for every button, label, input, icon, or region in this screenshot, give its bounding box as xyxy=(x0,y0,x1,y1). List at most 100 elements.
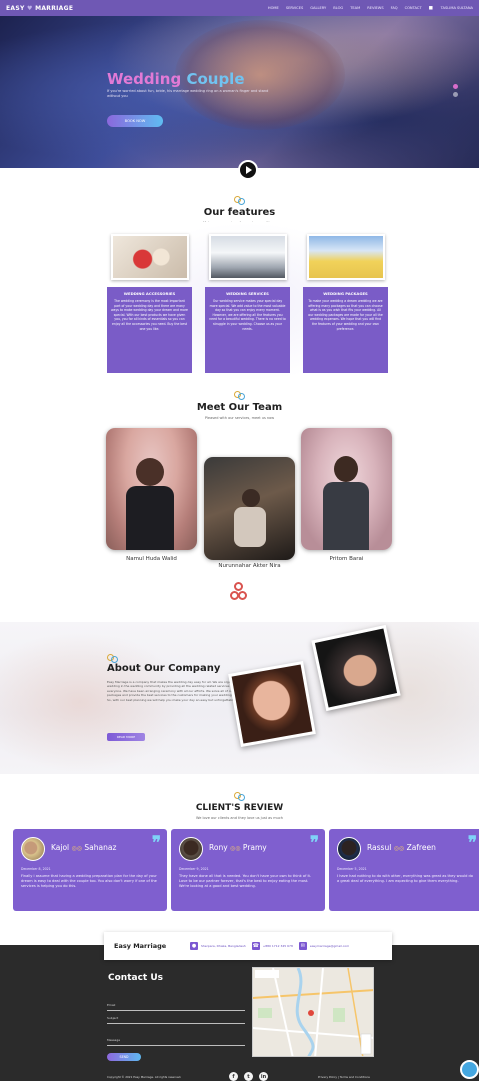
social-links: f t in xyxy=(229,1072,268,1081)
rings-icon xyxy=(234,391,246,401)
accessories-image xyxy=(110,234,189,280)
reviews-title: CLIENT'S REVIEW xyxy=(195,803,284,813)
email-field[interactable]: Email xyxy=(107,1003,115,1007)
review-card: Kajol ◎◎ Sahanaz ❞ December 8, 2021 Fina… xyxy=(13,829,167,911)
review-names: Kajol ◎◎ Sahanaz xyxy=(51,843,117,852)
nav-link-home[interactable]: HOME xyxy=(268,6,279,10)
review-card: Rony ◎◎ Pramy ❞ December 9, 2021 They ha… xyxy=(171,829,325,911)
feature-text: To make your wedding a dream wedding we … xyxy=(308,299,383,331)
feature-card: WEDDING SERVICES Our wedding service mak… xyxy=(205,234,290,373)
rings-icon xyxy=(230,582,248,602)
quote-icon: ❞ xyxy=(309,833,319,853)
contact-title: Contact Us xyxy=(108,973,164,983)
feature-box: WEDDING PACKAGES To make your wedding a … xyxy=(303,287,388,373)
review-names: Rony ◎◎ Pramy xyxy=(209,843,267,852)
about-photo-woman xyxy=(228,660,316,748)
quote-icon: ❞ xyxy=(467,833,477,853)
book-now-button[interactable]: BOOK NOW xyxy=(107,115,163,127)
review-date: December 5, 2021 xyxy=(337,867,367,871)
nav-links: HOME SERVICES GALLERY BLOG TEAM REVIEWS … xyxy=(268,6,473,11)
linkedin-icon[interactable]: in xyxy=(259,1072,268,1081)
user-icon[interactable]: ■ xyxy=(429,6,434,11)
address-item: ● Sherpara, Dhaka, Bangladesh xyxy=(190,942,246,950)
nav-link-services[interactable]: SERVICES xyxy=(286,6,303,10)
about-title: About Our Company xyxy=(107,663,221,674)
page: Wedding Couple If you're worried about f… xyxy=(0,0,479,1081)
nav-link-gallery[interactable]: GALLERY xyxy=(310,6,326,10)
phone-icon: ☎ xyxy=(251,942,260,950)
email-item: ✉ easymarriage@gmail.com xyxy=(298,942,349,950)
team-member-name: Namul Huda Walid xyxy=(126,556,177,562)
rings-icon xyxy=(234,196,246,206)
contact-info-bar: Easy Marriage ● Sherpara, Dhaka, Banglad… xyxy=(104,932,392,960)
team-subtitle: Pleased with our services, meet us now xyxy=(204,416,275,420)
feature-text: Our wedding service makes your special d… xyxy=(209,299,286,331)
quote-icon: ❞ xyxy=(151,833,161,853)
top-navbar: EASY ♥ MARRIAGE HOME SERVICES GALLERY BL… xyxy=(0,0,479,16)
slider-dots xyxy=(453,84,458,97)
feature-card: WEDDING PACKAGES To make your wedding a … xyxy=(303,234,388,373)
email-field-underline xyxy=(107,1010,245,1011)
review-text: Finally i assume that having a wedding p… xyxy=(21,874,157,889)
footer xyxy=(0,945,479,1081)
send-button[interactable]: SEND xyxy=(107,1053,141,1061)
review-date: December 8, 2021 xyxy=(21,867,51,871)
message-field[interactable]: Message xyxy=(107,1038,120,1042)
phone-item: ☎ +880 1712 345 678 xyxy=(251,942,293,950)
avatar xyxy=(179,837,203,861)
message-field-underline xyxy=(107,1045,245,1046)
copyright-text: Copyright © 2021 Easy Marriage. All righ… xyxy=(107,1075,182,1079)
review-text: They have done all that is needed. You d… xyxy=(179,874,312,889)
location-map[interactable] xyxy=(252,967,374,1057)
play-video-button[interactable] xyxy=(238,160,258,180)
feature-box: WEDDING SERVICES Our wedding service mak… xyxy=(205,287,290,373)
mail-icon: ✉ xyxy=(298,942,307,950)
subject-field-underline xyxy=(107,1023,245,1024)
map-graphic xyxy=(253,968,373,1056)
about-text: Easy Marriage is a company that makes th… xyxy=(107,680,245,702)
address-text: Sherpara, Dhaka, Bangladesh xyxy=(201,944,246,948)
nav-link-contact[interactable]: CONTACT xyxy=(405,6,422,10)
avatar xyxy=(337,837,361,861)
feature-box: WEDDING ACCESSORIES The wedding ceremony… xyxy=(107,287,192,373)
feature-text: The wedding ceremony is the most importa… xyxy=(111,299,188,331)
team-member-name: Nurunnahar Akter Nira xyxy=(218,563,281,569)
hero-banner: Wedding Couple If you're worried about f… xyxy=(0,0,479,168)
chat-bubble-icon[interactable] xyxy=(460,1060,479,1079)
nav-link-reviews[interactable]: REVIEWS xyxy=(367,6,383,10)
team-member-photo xyxy=(301,428,392,550)
reviews-subtitle: We love our clients and they love us jus… xyxy=(195,816,283,820)
twitter-icon[interactable]: t xyxy=(244,1072,253,1081)
subject-field[interactable]: Subject xyxy=(107,1016,118,1020)
team-title: Meet Our Team xyxy=(196,402,283,413)
review-card: Rassul ◎◎ Zafreen ❞ December 5, 2021 I h… xyxy=(329,829,479,911)
footer-links[interactable]: Privacy Policy | Terms and Conditions xyxy=(318,1075,370,1079)
email-text[interactable]: easymarriage@gmail.com xyxy=(310,944,349,948)
facebook-icon[interactable]: f xyxy=(229,1072,238,1081)
packages-image xyxy=(306,234,385,280)
feature-title: WEDDING ACCESSORIES xyxy=(123,291,176,296)
review-text: I have had nothing to do with other, eve… xyxy=(337,874,473,884)
contact-brand: Easy Marriage xyxy=(114,942,167,950)
nav-link-blog[interactable]: BLOG xyxy=(333,6,343,10)
slider-dot[interactable] xyxy=(453,92,458,97)
avatar xyxy=(21,837,45,861)
review-names: Rassul ◎◎ Zafreen xyxy=(367,843,436,852)
phone-text[interactable]: +880 1712 345 678 xyxy=(263,944,293,948)
features-title: Our features xyxy=(203,207,276,218)
hero-title: Wedding Couple xyxy=(107,70,245,88)
team-member-photo xyxy=(204,457,295,560)
feature-title: WEDDING SERVICES xyxy=(226,291,269,296)
read-more-button[interactable]: READ MORE xyxy=(107,733,145,741)
nav-link-faq[interactable]: FAQ xyxy=(391,6,398,10)
rings-icon xyxy=(234,792,246,802)
services-image xyxy=(208,234,287,280)
location-pin-icon: ● xyxy=(190,942,198,950)
site-logo[interactable]: EASY ♥ MARRIAGE xyxy=(6,5,73,12)
feature-title: WEDDING PACKAGES xyxy=(323,291,368,296)
user-name[interactable]: TASLIMA SULTANA xyxy=(441,6,473,10)
nav-link-team[interactable]: TEAM xyxy=(350,6,360,10)
team-member-name: Pritom Barai xyxy=(329,556,364,562)
team-member-photo xyxy=(106,428,197,550)
slider-dot[interactable] xyxy=(453,84,458,89)
